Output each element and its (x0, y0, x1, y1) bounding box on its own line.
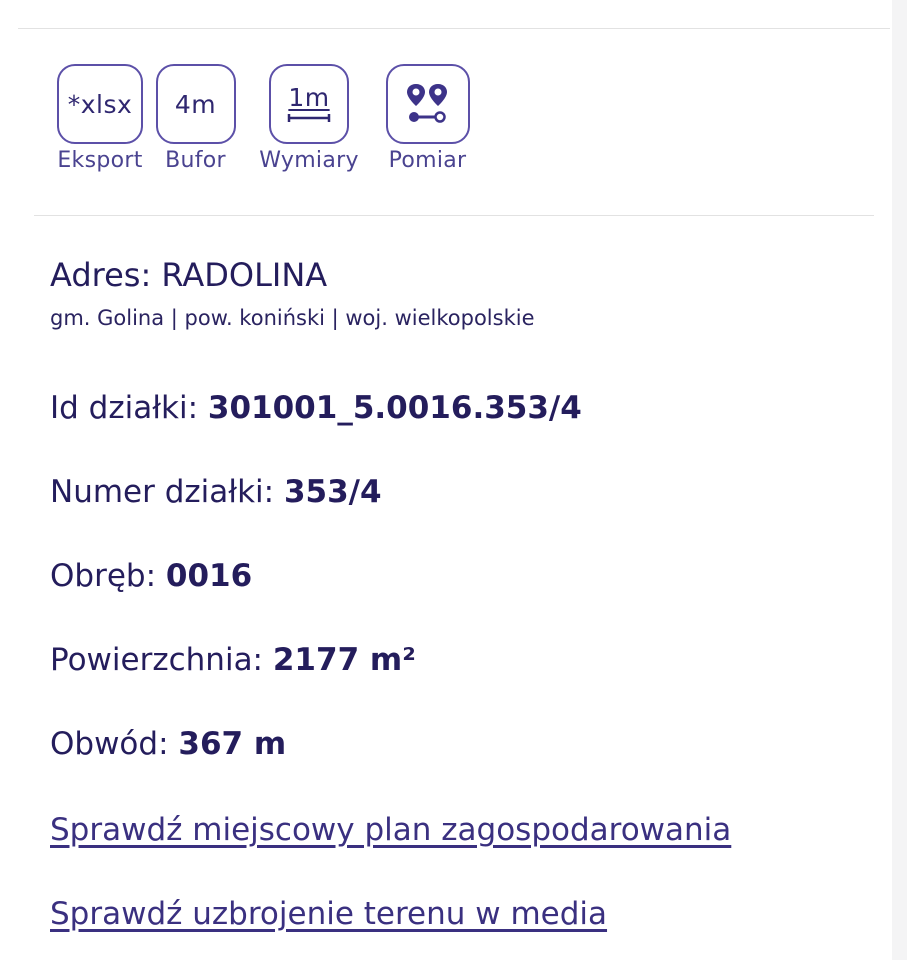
address-subtitle: gm. Golina | pow. koniński | woj. wielko… (50, 306, 535, 330)
parcel-id-label: Id działki: (50, 390, 208, 426)
top-divider (18, 28, 890, 29)
export-icon-text: *xlsx (67, 89, 133, 119)
xlsx-export-icon: *xlsx (57, 64, 143, 144)
address-title: Adres: RADOLINA (50, 256, 328, 294)
precinct-value: 0016 (165, 558, 253, 594)
buffer-icon-text: 4m (174, 89, 217, 119)
parcel-number-value: 353/4 (283, 474, 382, 510)
dimensions-icon-text: 1m (288, 83, 330, 112)
area-row: Powierzchnia: 2177 m² (50, 642, 416, 678)
precinct-row: Obręb: 0016 (50, 558, 252, 594)
area-label: Powierzchnia: (50, 642, 273, 678)
buffer-label: Bufor (165, 148, 226, 173)
parcel-number-label: Numer działki: (50, 474, 284, 510)
dimensions-label: Wymiary (259, 148, 359, 173)
buffer-icon: 4m (155, 64, 236, 144)
utilities-link[interactable]: Sprawdź uzbrojenie terenu w media (50, 896, 607, 932)
section-divider (34, 215, 874, 216)
dimensions-button[interactable]: 1m Wymiary (254, 64, 364, 173)
parcel-id-value: 301001_5.0016.353/4 (207, 390, 582, 426)
perimeter-row: Obwód: 367 m (50, 726, 286, 762)
ruler-icon: 1m (269, 64, 349, 144)
parcel-id-row: Id działki: 301001_5.0016.353/4 (50, 390, 582, 426)
precinct-label: Obręb: (50, 558, 166, 594)
ruler-bar-icon (287, 114, 331, 122)
measure-button[interactable]: Pomiar (380, 64, 475, 173)
route-pins-icon (385, 64, 470, 144)
parcel-number-row: Numer działki: 353/4 (50, 474, 382, 510)
pins-icon (406, 84, 447, 123)
export-label: Eksport (57, 148, 143, 173)
perimeter-label: Obwód: (50, 726, 179, 762)
area-value: 2177 m² (272, 642, 416, 678)
buffer-button[interactable]: 4m Bufor (153, 64, 238, 173)
export-button[interactable]: *xlsx Eksport (35, 64, 165, 173)
right-edge-strip (892, 0, 907, 960)
measure-label: Pomiar (388, 148, 467, 173)
perimeter-value: 367 m (178, 726, 287, 762)
zoning-plan-link[interactable]: Sprawdź miejscowy plan zagospodarowania (50, 812, 731, 848)
